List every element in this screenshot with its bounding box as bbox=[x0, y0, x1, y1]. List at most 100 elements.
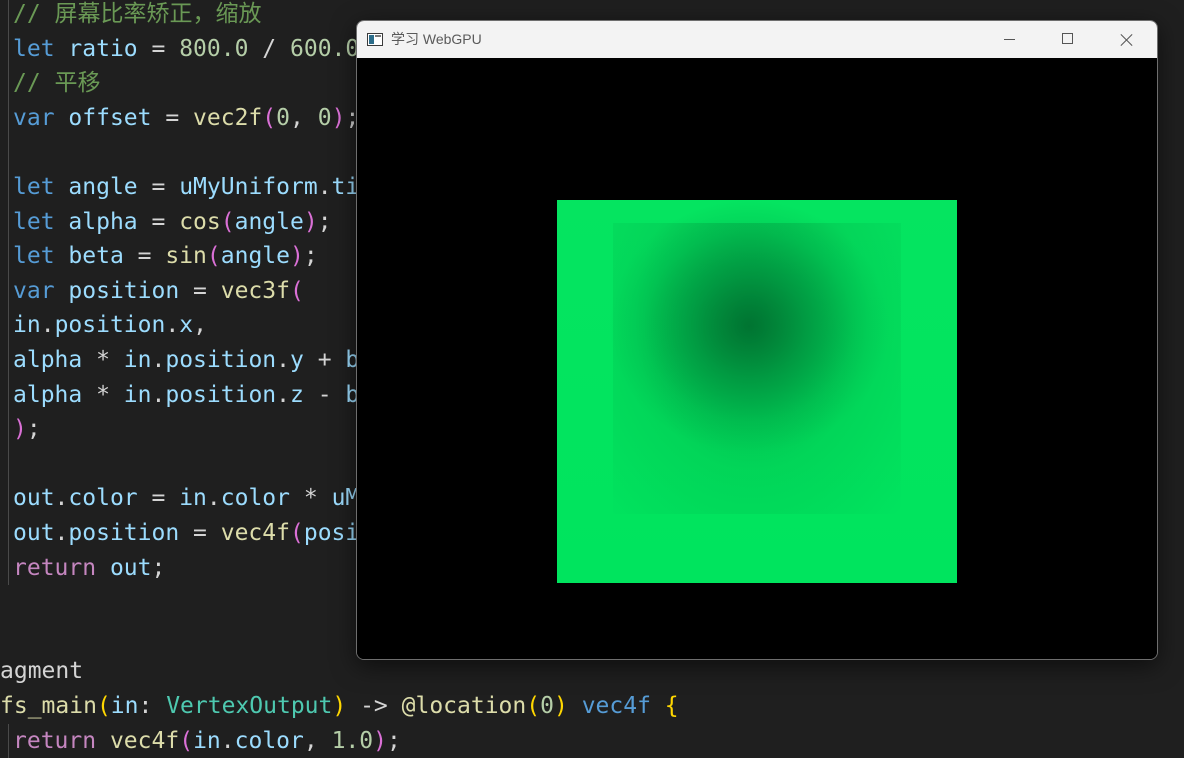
code-token: = bbox=[137, 35, 180, 62]
indent-guide bbox=[8, 0, 9, 32]
indent-guide bbox=[8, 204, 9, 240]
code-line: return vec4f(in.color, 1.0); bbox=[13, 724, 401, 758]
app-window-icon bbox=[367, 33, 383, 46]
indent-guide bbox=[8, 273, 9, 309]
quad-shading bbox=[613, 222, 901, 515]
render-canvas[interactable] bbox=[357, 58, 1157, 659]
code-line: in.position.x, bbox=[13, 308, 207, 342]
code-token: angle bbox=[68, 174, 138, 200]
code-token: ) bbox=[332, 693, 347, 719]
code-token: ; bbox=[386, 727, 401, 754]
minimize-icon bbox=[1004, 39, 1015, 40]
code-line: let angle = uMyUniform.ti bbox=[13, 170, 359, 204]
code-token: out bbox=[109, 554, 152, 581]
code-token: posi bbox=[303, 520, 360, 546]
code-token: = bbox=[123, 243, 166, 270]
code-token: in bbox=[179, 485, 207, 512]
rendered-green-quad bbox=[557, 200, 957, 583]
code-token: fs_main bbox=[0, 693, 97, 719]
code-token: y bbox=[290, 347, 304, 373]
code-token: ) bbox=[13, 416, 27, 443]
code-token: let bbox=[13, 208, 55, 235]
code-line: out.position = vec4f(posi bbox=[13, 516, 359, 550]
code-token: // 屏幕比率矫正，缩放 bbox=[13, 1, 262, 27]
webgpu-window[interactable]: 学习 WebGPU bbox=[356, 20, 1158, 660]
code-token: * bbox=[82, 347, 124, 373]
code-token: 0 bbox=[317, 104, 332, 131]
code-token: ( bbox=[289, 520, 304, 546]
code-token: color bbox=[234, 727, 304, 754]
code-line: var position = vec3f( bbox=[13, 274, 304, 308]
code-line: alpha * in.position.z - b bbox=[13, 378, 359, 412]
code-token: beta bbox=[68, 243, 124, 270]
code-token: , bbox=[290, 104, 318, 131]
code-token: = bbox=[137, 485, 180, 512]
code-token: ( bbox=[526, 693, 541, 719]
code-token: vec4f bbox=[220, 520, 290, 546]
code-token: * bbox=[290, 485, 332, 512]
code-token: return bbox=[13, 727, 97, 754]
code-token: color bbox=[68, 485, 138, 512]
code-token: . bbox=[220, 727, 235, 754]
window-title: 学习 WebGPU bbox=[391, 31, 482, 47]
code-token: ) bbox=[373, 727, 387, 754]
indent-guide bbox=[8, 412, 9, 447]
code-token: = bbox=[137, 174, 180, 200]
code-token: offset bbox=[68, 104, 152, 131]
code-token: ) bbox=[553, 693, 568, 719]
code-token: in bbox=[13, 312, 41, 339]
code-token: ( bbox=[289, 277, 304, 304]
code-token: , bbox=[303, 727, 332, 754]
code-token: return bbox=[13, 554, 97, 581]
minimize-button[interactable] bbox=[987, 21, 1033, 58]
code-token: ( bbox=[206, 243, 221, 270]
code-token: ) bbox=[331, 104, 346, 131]
code-line: // 屏幕比率矫正，缩放 bbox=[13, 0, 262, 31]
code-token: alpha bbox=[13, 381, 83, 408]
code-token: agment bbox=[0, 658, 84, 685]
code-token: position bbox=[165, 347, 277, 373]
code-token: position bbox=[54, 312, 166, 339]
window-titlebar[interactable]: 学习 WebGPU bbox=[357, 21, 1157, 58]
code-token: = bbox=[179, 520, 221, 546]
maximize-button[interactable] bbox=[1045, 21, 1091, 58]
code-token: sin bbox=[165, 243, 207, 270]
indent-guide bbox=[8, 723, 9, 758]
code-token: 800.0 bbox=[179, 35, 249, 62]
code-token: z bbox=[290, 381, 304, 408]
code-token: position bbox=[68, 520, 180, 546]
code-token: vec4f bbox=[109, 727, 180, 754]
code-token: in bbox=[123, 381, 152, 408]
code-token: vec2f bbox=[193, 104, 263, 131]
code-line: // 平移 bbox=[13, 66, 101, 100]
code-token: let bbox=[13, 174, 55, 200]
code-token: = bbox=[151, 104, 194, 131]
maximize-icon bbox=[1062, 33, 1073, 44]
code-token: in bbox=[193, 727, 221, 754]
indent-guide bbox=[8, 481, 9, 516]
close-button[interactable] bbox=[1103, 21, 1149, 58]
code-line: ); bbox=[13, 412, 41, 446]
code-token: var bbox=[13, 104, 55, 131]
indent-guide bbox=[8, 446, 9, 482]
code-token: alpha bbox=[13, 347, 83, 373]
code-token: . bbox=[206, 485, 221, 512]
code-token: ( bbox=[96, 693, 111, 719]
code-token: . bbox=[54, 520, 69, 546]
code-token: VertexOutput bbox=[166, 693, 333, 719]
code-token: let bbox=[13, 35, 55, 62]
code-token: . bbox=[151, 347, 166, 373]
indent-guide bbox=[8, 550, 9, 586]
code-line: let alpha = cos(angle); bbox=[13, 205, 332, 239]
indent-guide bbox=[8, 377, 9, 413]
code-line: let ratio = 800.0 / 600.0 bbox=[13, 32, 359, 66]
